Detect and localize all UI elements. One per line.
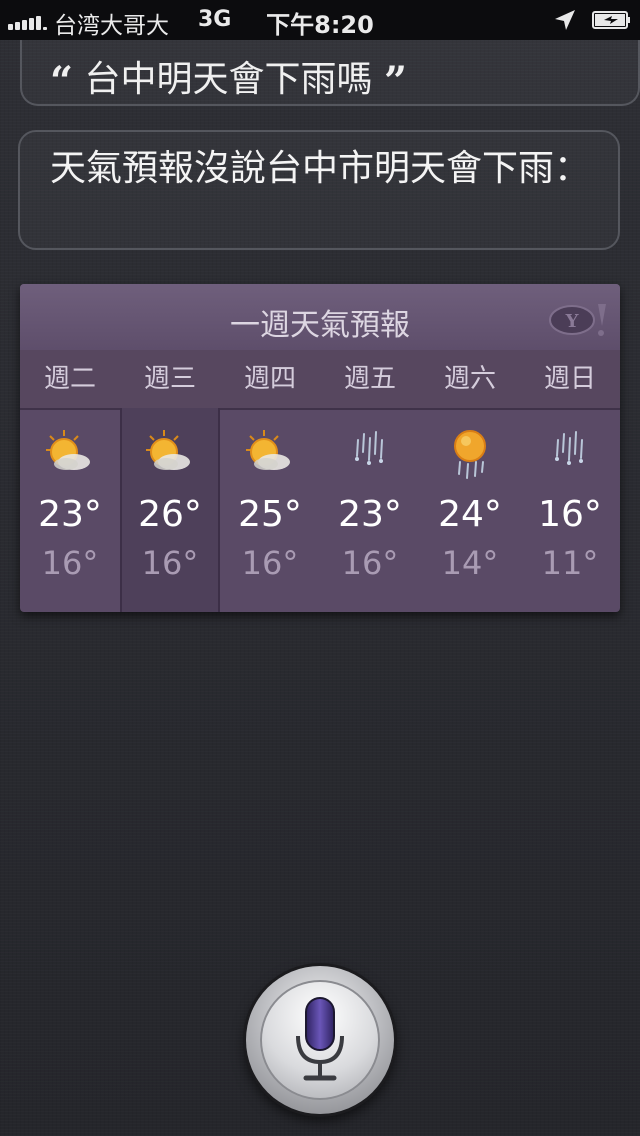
- location-arrow-icon: [555, 10, 575, 30]
- high-temp: 26°: [138, 494, 202, 535]
- high-temp: 16°: [538, 494, 602, 535]
- low-temp: 16°: [141, 544, 199, 582]
- sun-cloud-icon: [246, 430, 290, 470]
- rain-icon: [555, 431, 583, 465]
- clock: 下午8:20: [266, 11, 374, 39]
- weekday-label: 週六: [443, 364, 496, 394]
- weekday-label: 週三: [143, 364, 196, 394]
- user-query-bubble[interactable]: “ 台中明天會下雨嗎 ”: [20, 40, 640, 106]
- forecast-columns: 23° 16° 26° 16° 25° 16° 23° 16° 24° 14° …: [20, 408, 620, 612]
- mic-button-face: [260, 980, 380, 1100]
- user-query: “ 台中明天會下雨嗎 ”: [50, 50, 407, 105]
- weekday-label: 週四: [243, 364, 296, 394]
- user-query-text: 台中明天會下雨嗎: [84, 59, 373, 100]
- weather-card-header: 一週天氣預報 Y: [20, 284, 620, 351]
- siri-mic-button[interactable]: [246, 966, 394, 1114]
- open-quote: “: [50, 58, 74, 105]
- rain-icon: [355, 431, 383, 465]
- weekday-row: 週二 週三 週四 週五 週六 週日: [20, 350, 620, 410]
- battery-charging-icon: [592, 11, 630, 29]
- siri-response-bubble: 天氣預報沒說台中市明天會下雨：: [18, 130, 620, 250]
- high-temp: 25°: [238, 494, 302, 535]
- status-bar: 台湾大哥大 3G 下午8:20: [0, 0, 640, 40]
- weather-card-title: 一週天氣預報: [230, 308, 410, 343]
- sun-cloud-icon: [46, 430, 90, 470]
- yahoo-logo-icon: Y: [549, 304, 606, 336]
- weekday-label: 週日: [543, 364, 596, 394]
- low-temp: 16°: [341, 544, 399, 582]
- high-temp: 24°: [438, 494, 502, 535]
- low-temp: 16°: [241, 544, 299, 582]
- high-temp: 23°: [338, 494, 402, 535]
- low-temp: 16°: [41, 544, 99, 582]
- siri-response-text: 天氣預報沒說台中市明天會下雨：: [50, 148, 591, 189]
- close-quote: ”: [383, 58, 407, 105]
- sun-rain-icon: [454, 430, 486, 479]
- low-temp: 14°: [441, 544, 499, 582]
- svg-text:Y: Y: [565, 311, 580, 332]
- forecast-column[interactable]: 24° 14°: [420, 408, 520, 612]
- low-temp: 11°: [541, 544, 599, 582]
- weather-card[interactable]: 一週天氣預報 Y 週二 週三 週四 週五 週六 週日 23° 16° 26° 1…: [20, 284, 620, 612]
- forecast-column[interactable]: 25° 16°: [220, 408, 320, 612]
- forecast-column[interactable]: 23° 16°: [20, 408, 120, 612]
- weekday-label: 週二: [43, 364, 96, 394]
- weekday-label: 週五: [343, 364, 396, 394]
- forecast-column[interactable]: 23° 16°: [320, 408, 420, 612]
- high-temp: 23°: [38, 494, 102, 535]
- sun-cloud-icon: [146, 430, 190, 470]
- forecast-column-selected[interactable]: 26° 16°: [120, 408, 220, 612]
- microphone-icon: [296, 997, 344, 1081]
- forecast-column[interactable]: 16° 11°: [520, 408, 620, 612]
